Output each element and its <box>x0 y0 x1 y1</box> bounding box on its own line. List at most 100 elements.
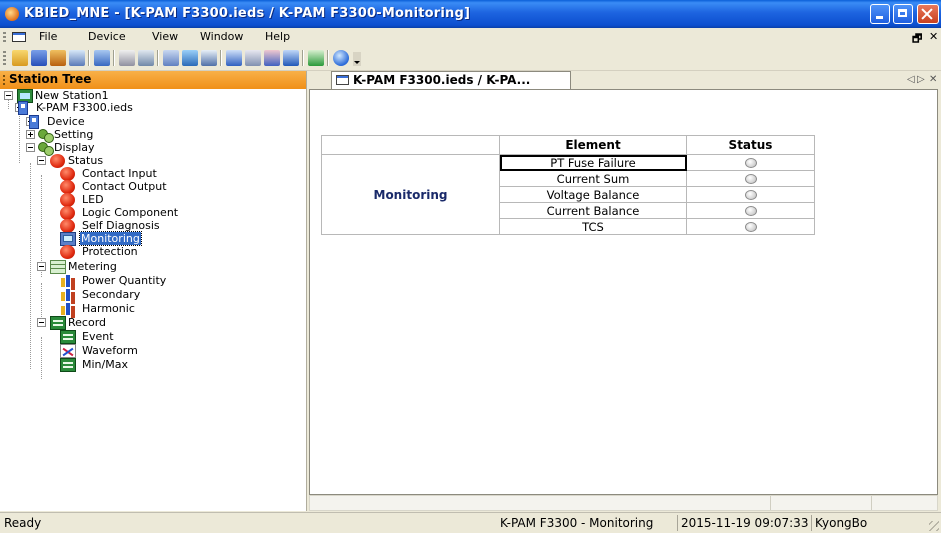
status-ball-icon <box>60 219 76 233</box>
menu-bar: File Device View Window Help 🗗 ✕ <box>0 28 941 46</box>
tab-close-icon[interactable]: ✕ <box>929 74 937 85</box>
tree-label-led: LED <box>82 193 104 206</box>
tree-label-secondary: Secondary <box>82 288 141 301</box>
tree-line <box>19 109 20 163</box>
collapse-icon[interactable] <box>4 91 13 100</box>
status-led-icon <box>744 174 757 184</box>
status-cell <box>686 170 815 187</box>
mdi-close-icon[interactable]: ✕ <box>929 30 938 43</box>
tree-label-logic-component: Logic Component <box>82 206 179 219</box>
document-tab-strip: K-PAM F3300.ieds / K-PA... ◁ ▷ ✕ <box>307 71 941 89</box>
bar-chart-icon <box>60 302 76 316</box>
waveform-tool-icon[interactable] <box>264 50 280 66</box>
resize-grip-icon[interactable] <box>929 521 939 531</box>
element-cell[interactable]: TCS <box>499 218 687 235</box>
table-icon <box>50 260 66 274</box>
maximize-icon <box>894 5 912 23</box>
waveform-icon <box>60 344 76 358</box>
document-tab[interactable]: K-PAM F3300.ieds / K-PA... <box>331 71 571 89</box>
device-icon[interactable] <box>94 50 110 66</box>
transfer-icon[interactable] <box>283 50 299 66</box>
bar-chart-icon <box>60 288 76 302</box>
tree-label-metering: Metering <box>68 260 117 273</box>
toolbar-separator <box>302 50 304 66</box>
element-cell[interactable]: Current Sum <box>499 170 687 187</box>
app-icon <box>5 7 19 21</box>
status-ready-text: Ready <box>4 516 42 530</box>
minimize-button[interactable] <box>870 4 890 24</box>
help-icon[interactable] <box>333 50 349 66</box>
status-ball-icon <box>60 245 76 259</box>
collapse-icon[interactable] <box>37 262 46 271</box>
ied-icon <box>18 101 28 115</box>
tree-label-contact-input: Contact Input <box>82 167 157 180</box>
menu-grip <box>3 32 6 42</box>
save-icon[interactable] <box>31 50 47 66</box>
toolbar-separator <box>327 50 329 66</box>
status-ball-icon <box>60 180 76 194</box>
status-ball-icon <box>60 167 76 181</box>
title-bar[interactable]: KBIED_MNE - [K-PAM F3300.ieds / K-PAM F3… <box>0 0 941 28</box>
bar-chart-icon <box>60 274 76 288</box>
tab-next-icon[interactable]: ▷ <box>917 74 925 85</box>
toolbar-separator <box>157 50 159 66</box>
chart2-icon[interactable] <box>245 50 261 66</box>
record-icon <box>50 316 66 330</box>
status-cell <box>686 202 815 219</box>
monitoring-table: Element Status Monitoring PT Fuse Failur… <box>321 135 815 235</box>
grid-icon[interactable] <box>201 50 217 66</box>
status-led-icon <box>744 222 757 232</box>
tree-label-waveform: Waveform <box>82 344 138 357</box>
menu-help[interactable]: Help <box>265 30 290 43</box>
table-row: Monitoring PT Fuse Failure <box>321 154 815 235</box>
element-cell[interactable]: Current Balance <box>499 202 687 219</box>
status-led-icon <box>744 158 757 168</box>
scrollbar-thumb[interactable] <box>770 496 872 510</box>
monitor-icon[interactable] <box>182 50 198 66</box>
settings-icon[interactable] <box>163 50 179 66</box>
chart-icon[interactable] <box>226 50 242 66</box>
tree-label-record: Record <box>68 316 107 329</box>
toolbar-separator <box>220 50 222 66</box>
monitoring-icon <box>60 232 76 246</box>
save-all-icon[interactable] <box>50 50 66 66</box>
toolbar-overflow-icon[interactable] <box>353 52 361 66</box>
tab-prev-icon[interactable]: ◁ <box>907 74 915 85</box>
close-icon <box>918 5 938 23</box>
tree-label-protection: Protection <box>82 245 138 258</box>
menu-device[interactable]: Device <box>88 30 126 43</box>
window-title: KBIED_MNE - [K-PAM F3300.ieds / K-PAM F3… <box>24 6 471 21</box>
tree-label-status: Status <box>68 154 104 167</box>
tree-label-event: Event <box>82 330 114 343</box>
status-ball-icon <box>60 193 76 207</box>
tree-label-device: Device <box>47 115 85 128</box>
print-icon[interactable] <box>69 50 85 66</box>
status-cell <box>686 154 815 171</box>
element-cell[interactable]: Voltage Balance <box>499 186 687 203</box>
horizontal-scrollbar[interactable] <box>309 495 938 511</box>
status-view-name: K-PAM F3300 - Monitoring <box>500 516 654 530</box>
open-icon[interactable] <box>12 50 28 66</box>
document-icon[interactable] <box>12 32 26 42</box>
maximize-button[interactable] <box>893 4 913 24</box>
element-cell[interactable]: PT Fuse Failure <box>499 154 687 171</box>
panel-grip <box>3 75 5 85</box>
delete-icon[interactable] <box>308 50 324 66</box>
menu-file[interactable]: File <box>39 30 57 43</box>
station-tree-title: Station Tree <box>9 72 92 86</box>
expand-icon[interactable] <box>26 130 35 139</box>
menu-view[interactable]: View <box>152 30 178 43</box>
connect-icon[interactable] <box>119 50 135 66</box>
toolbar <box>0 46 941 71</box>
menu-window[interactable]: Window <box>200 30 243 43</box>
collapse-icon[interactable] <box>37 156 46 165</box>
status-datetime: 2015-11-19 09:07:33 <box>677 515 811 531</box>
collapse-icon[interactable] <box>26 143 35 152</box>
upload-icon[interactable] <box>138 50 154 66</box>
table-header-blank <box>321 135 500 155</box>
close-button[interactable] <box>917 4 939 24</box>
min-max-icon <box>60 358 76 372</box>
document-tab-label: K-PAM F3300.ieds / K-PA... <box>353 73 531 87</box>
table-header-element: Element <box>499 135 687 155</box>
collapse-icon[interactable] <box>37 318 46 327</box>
